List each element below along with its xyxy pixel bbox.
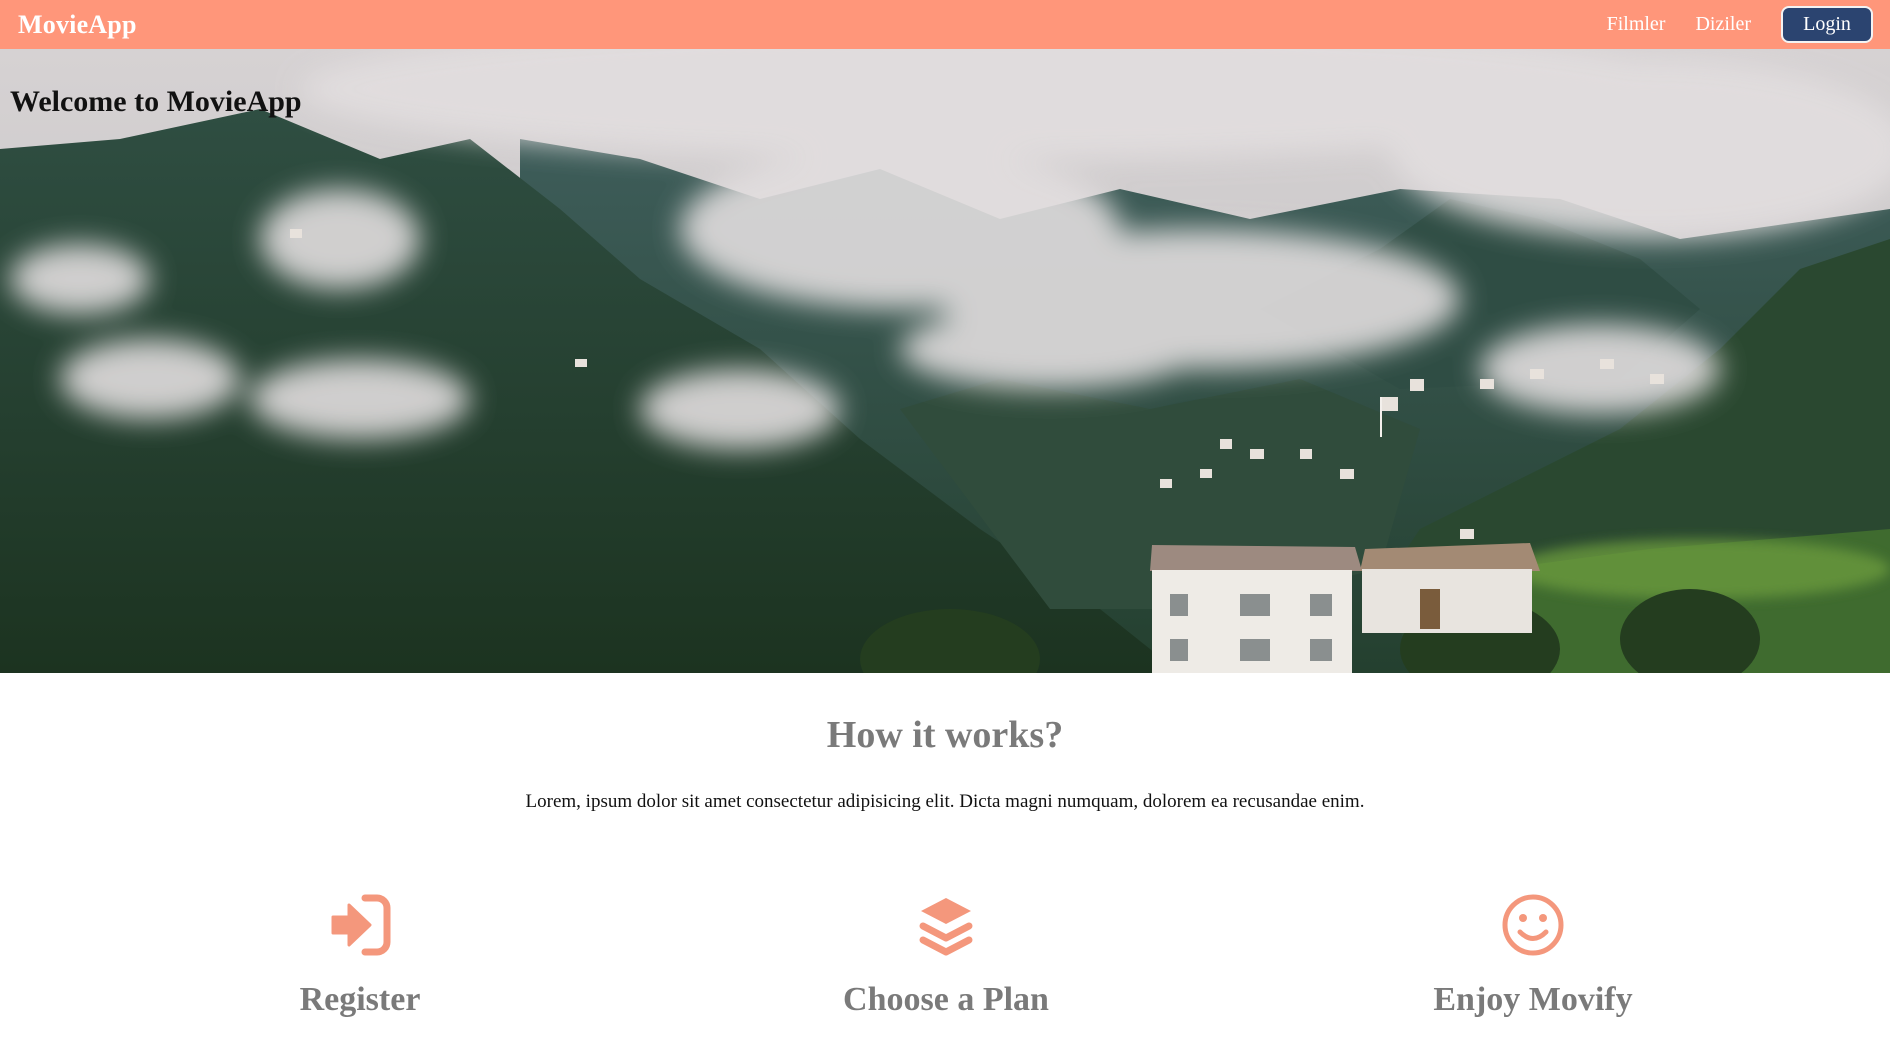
- nav-link-filmler[interactable]: Filmler: [1607, 13, 1666, 36]
- feature-label: Choose a Plan: [843, 981, 1049, 1018]
- sign-in-icon: [331, 894, 391, 956]
- how-it-works-text: Lorem, ipsum dolor sit amet consectetur …: [525, 791, 1365, 812]
- nav-links: Filmler Diziler Login: [1607, 6, 1873, 43]
- login-button[interactable]: Login: [1781, 6, 1873, 43]
- feature-label: Register: [299, 981, 421, 1018]
- feature-choose-plan: Choose a Plan: [696, 890, 1196, 1019]
- hero-title: Welcome to MovieApp: [10, 85, 302, 118]
- hero-section: Welcome to MovieApp: [0, 49, 1890, 673]
- feature-register: Register: [110, 890, 610, 1019]
- smile-icon: [1502, 894, 1564, 956]
- how-it-works-title: How it works?: [826, 714, 1064, 756]
- feature-label: Enjoy Movify: [1433, 981, 1633, 1018]
- feature-enjoy: Enjoy Movify: [1283, 890, 1783, 1019]
- nav-link-diziler[interactable]: Diziler: [1695, 13, 1751, 36]
- brand-link[interactable]: MovieApp: [18, 10, 137, 40]
- layers-icon: [919, 898, 973, 956]
- hero-image: [0, 49, 1890, 673]
- navbar: MovieApp Filmler Diziler Login: [0, 0, 1890, 49]
